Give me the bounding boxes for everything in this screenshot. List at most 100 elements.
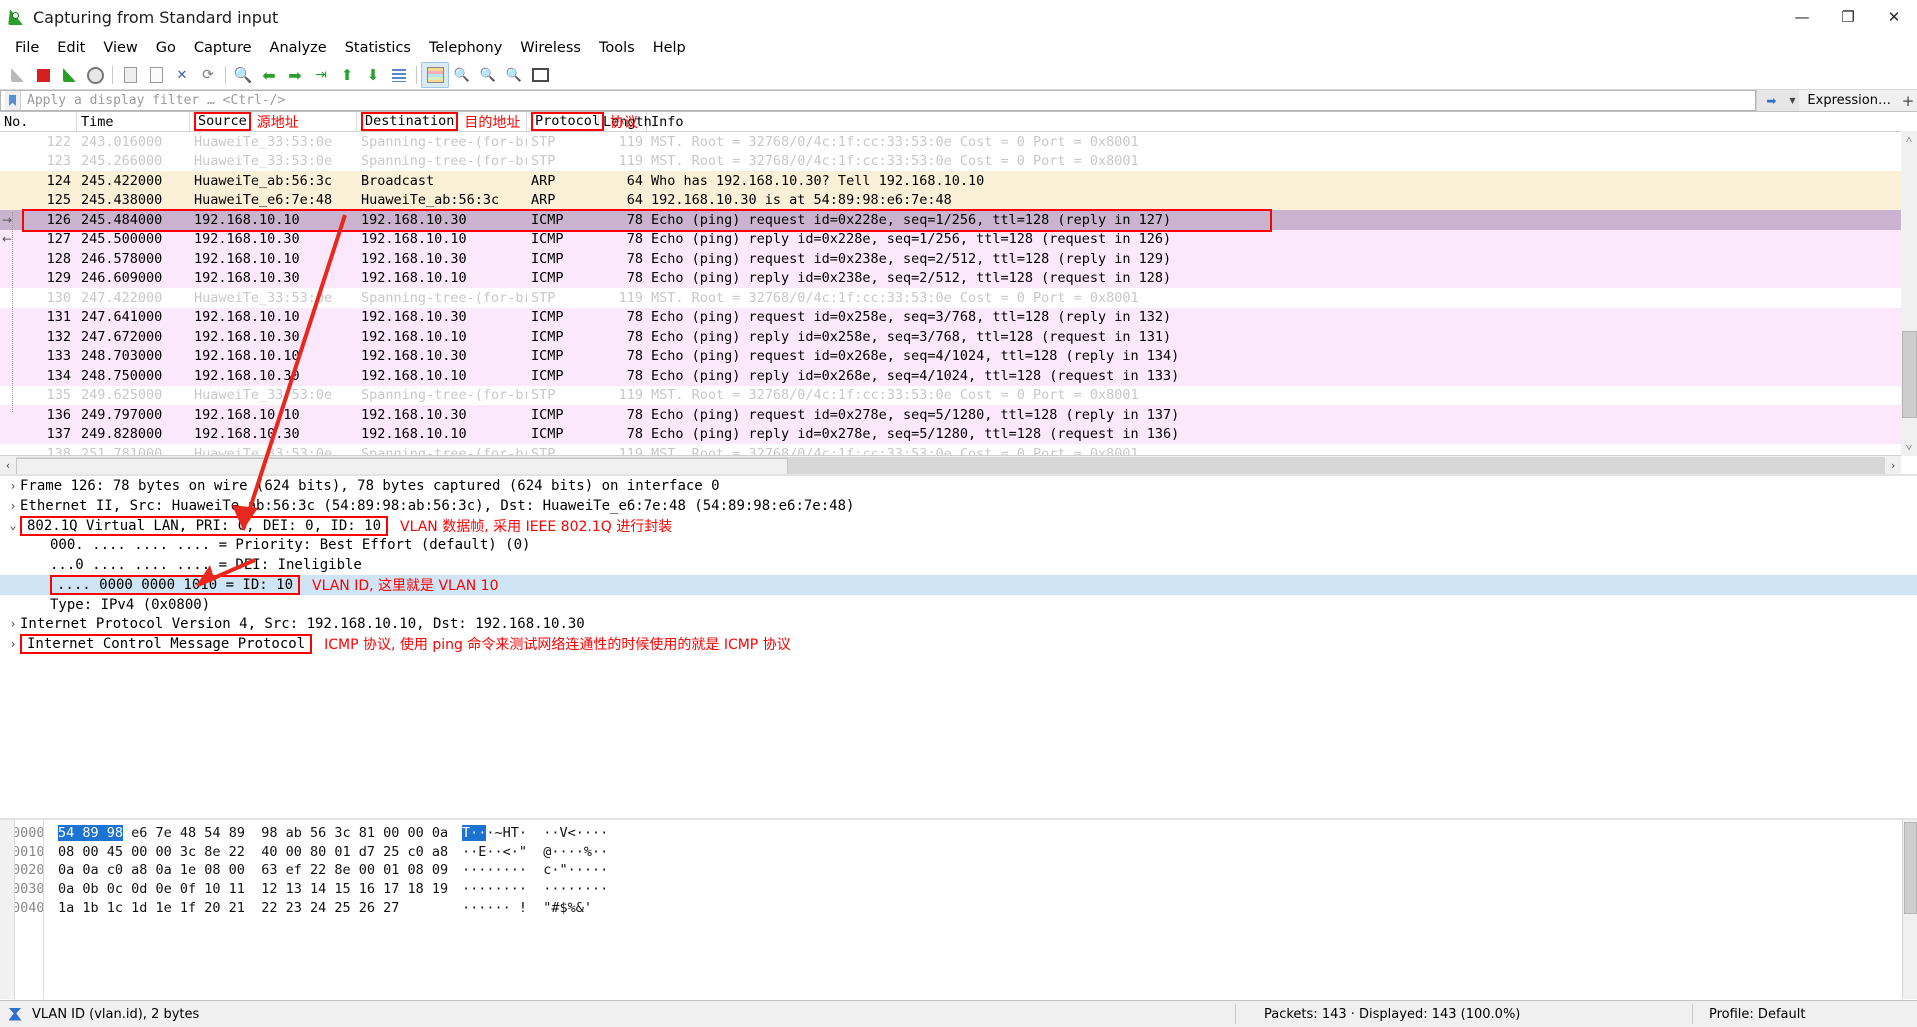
table-row[interactable]: 128 246.578000 192.168.10.10 192.168.10.30 I… xyxy=(0,249,1917,269)
hex-row[interactable]: 0040 1a 1b 1c 1d 1e 1f 20 21 22 23 24 25 … xyxy=(0,898,1917,917)
packet-list-hscrollbar[interactable]: ‹ › xyxy=(0,455,1901,474)
menu-item-go[interactable]: Go xyxy=(147,38,185,58)
filter-bookmark-icon[interactable] xyxy=(5,91,21,110)
hex-row[interactable]: 0020 0a 0a c0 a8 0a 1e 08 00 63 ef 22 8e … xyxy=(0,861,1917,880)
table-row[interactable]: 137 249.828000 192.168.10.30 192.168.10.10 I… xyxy=(0,424,1917,444)
resize-columns-icon[interactable] xyxy=(527,63,553,87)
open-file-icon[interactable] xyxy=(117,63,143,87)
hex-vscrollbar[interactable] xyxy=(1902,820,1917,999)
status-profile[interactable]: Profile: Default xyxy=(1693,1001,1917,1027)
filter-dropdown-icon[interactable]: ▼ xyxy=(1785,90,1800,111)
close-button[interactable]: ✕ xyxy=(1871,0,1917,34)
table-row[interactable]: 136 249.797000 192.168.10.10 192.168.10.30 I… xyxy=(0,405,1917,425)
column-header-time[interactable]: Time xyxy=(77,112,190,131)
hex-vscroll-thumb[interactable] xyxy=(1904,822,1917,914)
hex-bytes[interactable]: 0a 0b 0c 0d 0e 0f 10 11 12 13 14 15 16 1… xyxy=(50,881,462,897)
packet-list-pane[interactable]: No. Time Source 源地址 Destination 目的地址 Protocol 协… xyxy=(0,112,1917,474)
zoom-out-icon[interactable]: 🔍 xyxy=(475,63,501,87)
hscroll-left-arrow-icon[interactable]: ‹ xyxy=(0,456,16,474)
detail-tree-item[interactable]: Type: IPv4 (0x0800) xyxy=(0,595,1917,615)
menu-item-telephony[interactable]: Telephony xyxy=(420,38,511,58)
hex-ascii[interactable]: ······ ! "#$%&' xyxy=(462,900,592,916)
menu-item-tools[interactable]: Tools xyxy=(590,38,644,58)
go-back-icon[interactable]: ⬅ xyxy=(256,63,282,87)
hex-bytes[interactable]: 54 89 98 e6 7e 48 54 89 98 ab 56 3c 81 0… xyxy=(50,825,462,842)
vscroll-up-arrow-icon[interactable]: ˄ xyxy=(1901,131,1917,148)
table-row[interactable]: 134 248.750000 192.168.10.30 192.168.10.10 I… xyxy=(0,366,1917,386)
minimize-button[interactable]: — xyxy=(1779,0,1825,34)
menu-item-help[interactable]: Help xyxy=(644,38,695,58)
packet-bytes-pane[interactable]: 0000 54 89 98 e6 7e 48 54 89 98 ab 56 3c … xyxy=(0,818,1917,999)
hex-row[interactable]: 0010 08 00 45 00 00 3c 8e 22 40 00 80 01 … xyxy=(0,843,1917,862)
vscroll-thumb[interactable] xyxy=(1902,331,1917,418)
menu-item-view[interactable]: View xyxy=(94,38,146,58)
detail-tree-item[interactable]: › Ethernet II, Src: HuaweiTe_ab:56:3c (54… xyxy=(0,496,1917,516)
column-header-info[interactable]: Info xyxy=(647,112,1917,131)
table-row[interactable]: 130 247.422000 HuaweiTe_33:53:0e Spanning-t… xyxy=(0,288,1917,308)
maximize-button[interactable]: ❐ xyxy=(1825,0,1871,34)
tree-twisty-icon[interactable]: › xyxy=(6,617,20,631)
hscroll-track[interactable] xyxy=(16,456,1885,474)
hex-ascii[interactable]: T···~HT· ··V<···· xyxy=(462,825,608,842)
autoscroll-icon[interactable] xyxy=(386,63,412,87)
hex-row[interactable]: 0000 54 89 98 e6 7e 48 54 89 98 ab 56 3c … xyxy=(0,824,1917,843)
colorize-icon[interactable] xyxy=(421,62,449,88)
packet-detail-pane[interactable]: › Frame 126: 78 bytes on wire (624 bits),… xyxy=(0,474,1917,676)
menu-item-statistics[interactable]: Statistics xyxy=(336,38,420,58)
tree-twisty-icon[interactable]: › xyxy=(6,637,20,651)
zoom-reset-icon[interactable]: 🔍 xyxy=(501,63,527,87)
start-capture-icon[interactable] xyxy=(4,63,30,87)
filter-expression-button[interactable]: Expression… xyxy=(1799,90,1899,111)
hex-ascii[interactable]: ········ c·"····· xyxy=(462,862,608,878)
detail-tree-item[interactable]: 000. .... .... .... = Priority: Best Eff… xyxy=(0,535,1917,555)
column-header-protocol[interactable]: Protocol 协议 xyxy=(527,112,638,131)
save-file-icon[interactable] xyxy=(143,63,169,87)
detail-tree-item[interactable]: ⌄ 802.1Q Virtual LAN, PRI: 0, DEI: 0, ID:… xyxy=(0,515,1917,536)
hex-ascii[interactable]: ··E··<·" @····%·· xyxy=(462,844,608,860)
close-file-icon[interactable]: ✕ xyxy=(169,63,195,87)
hex-bytes[interactable]: 1a 1b 1c 1d 1e 1f 20 21 22 23 24 25 26 2… xyxy=(50,900,462,916)
menu-item-analyze[interactable]: Analyze xyxy=(261,38,336,58)
detail-tree-item[interactable]: › Internet Protocol Version 4, Src: 192.1… xyxy=(0,615,1917,635)
table-row[interactable]: 124 245.422000 HuaweiTe_ab:56:3c Broadcast A… xyxy=(0,171,1917,191)
menu-item-edit[interactable]: Edit xyxy=(48,38,94,58)
column-header-destination[interactable]: Destination 目的地址 xyxy=(357,112,527,131)
add-filter-button[interactable]: + xyxy=(1899,90,1917,111)
capture-options-icon[interactable] xyxy=(82,63,108,87)
table-row[interactable]: 135 249.625000 HuaweiTe_33:53:0e Spanning-t… xyxy=(0,385,1917,405)
table-row[interactable]: 129 246.609000 192.168.10.30 192.168.10.10 I… xyxy=(0,268,1917,288)
detail-tree-item[interactable]: › Internet Control Message Protocol ICMP 协… xyxy=(0,634,1917,655)
stop-capture-icon[interactable] xyxy=(30,63,56,87)
table-row[interactable]: 126 245.484000 192.168.10.10 192.168.10.30 I… xyxy=(0,210,1917,230)
table-row[interactable]: 122 243.016000 HuaweiTe_33:53:0e Spanning-t… xyxy=(0,132,1917,152)
table-row[interactable]: 123 245.266000 HuaweiTe_33:53:0e Spanning-t… xyxy=(0,151,1917,171)
capture-status-icon[interactable] xyxy=(6,1005,24,1023)
tree-twisty-icon[interactable]: › xyxy=(6,499,20,513)
packet-list-rows[interactable]: 122 243.016000 HuaweiTe_33:53:0e Spanning-t… xyxy=(0,132,1917,474)
hex-bytes[interactable]: 0a 0a c0 a8 0a 1e 08 00 63 ef 22 8e 00 0… xyxy=(50,862,462,878)
go-first-packet-icon[interactable]: ⬆ xyxy=(334,63,360,87)
go-last-packet-icon[interactable]: ⬇ xyxy=(360,63,386,87)
hex-ascii[interactable]: ········ ········ xyxy=(462,881,608,897)
tree-twisty-icon[interactable]: › xyxy=(6,479,20,493)
go-forward-icon[interactable]: ➡ xyxy=(282,63,308,87)
column-header-source[interactable]: Source 源地址 xyxy=(190,112,357,131)
zoom-in-icon[interactable]: 🔍 xyxy=(449,63,475,87)
menu-item-wireless[interactable]: Wireless xyxy=(511,38,590,58)
hex-bytes[interactable]: 08 00 45 00 00 3c 8e 22 40 00 80 01 d7 2… xyxy=(50,844,462,860)
search-input[interactable]: Apply a display filter … <Ctrl-/> xyxy=(0,90,1757,111)
detail-tree-item[interactable]: ...0 .... .... .... = DEI: Ineligible xyxy=(0,555,1917,575)
hex-row[interactable]: 0030 0a 0b 0c 0d 0e 0f 10 11 12 13 14 15 … xyxy=(0,880,1917,899)
table-row[interactable]: 131 247.641000 192.168.10.10 192.168.10.30 I… xyxy=(0,307,1917,327)
vscroll-down-arrow-icon[interactable]: ˅ xyxy=(1901,439,1917,456)
tree-twisty-icon[interactable]: ⌄ xyxy=(6,518,20,532)
menu-item-file[interactable]: File xyxy=(6,38,48,58)
find-packet-icon[interactable]: 🔍 xyxy=(230,63,256,87)
reload-file-icon[interactable]: ⟳ xyxy=(195,63,221,87)
apply-filter-button[interactable]: ➡ xyxy=(1756,90,1786,111)
packet-list-vscrollbar[interactable]: ˄ ˅ xyxy=(1901,131,1917,456)
table-row[interactable]: 133 248.703000 192.168.10.10 192.168.10.30 I… xyxy=(0,346,1917,366)
table-row[interactable]: 125 245.438000 HuaweiTe_e6:7e:48 HuaweiTe_a… xyxy=(0,190,1917,210)
detail-tree-item[interactable]: .... 0000 0000 1010 = ID: 10 VLAN ID, 这里就… xyxy=(0,574,1917,595)
go-to-packet-icon[interactable]: ⇥ xyxy=(308,63,334,87)
